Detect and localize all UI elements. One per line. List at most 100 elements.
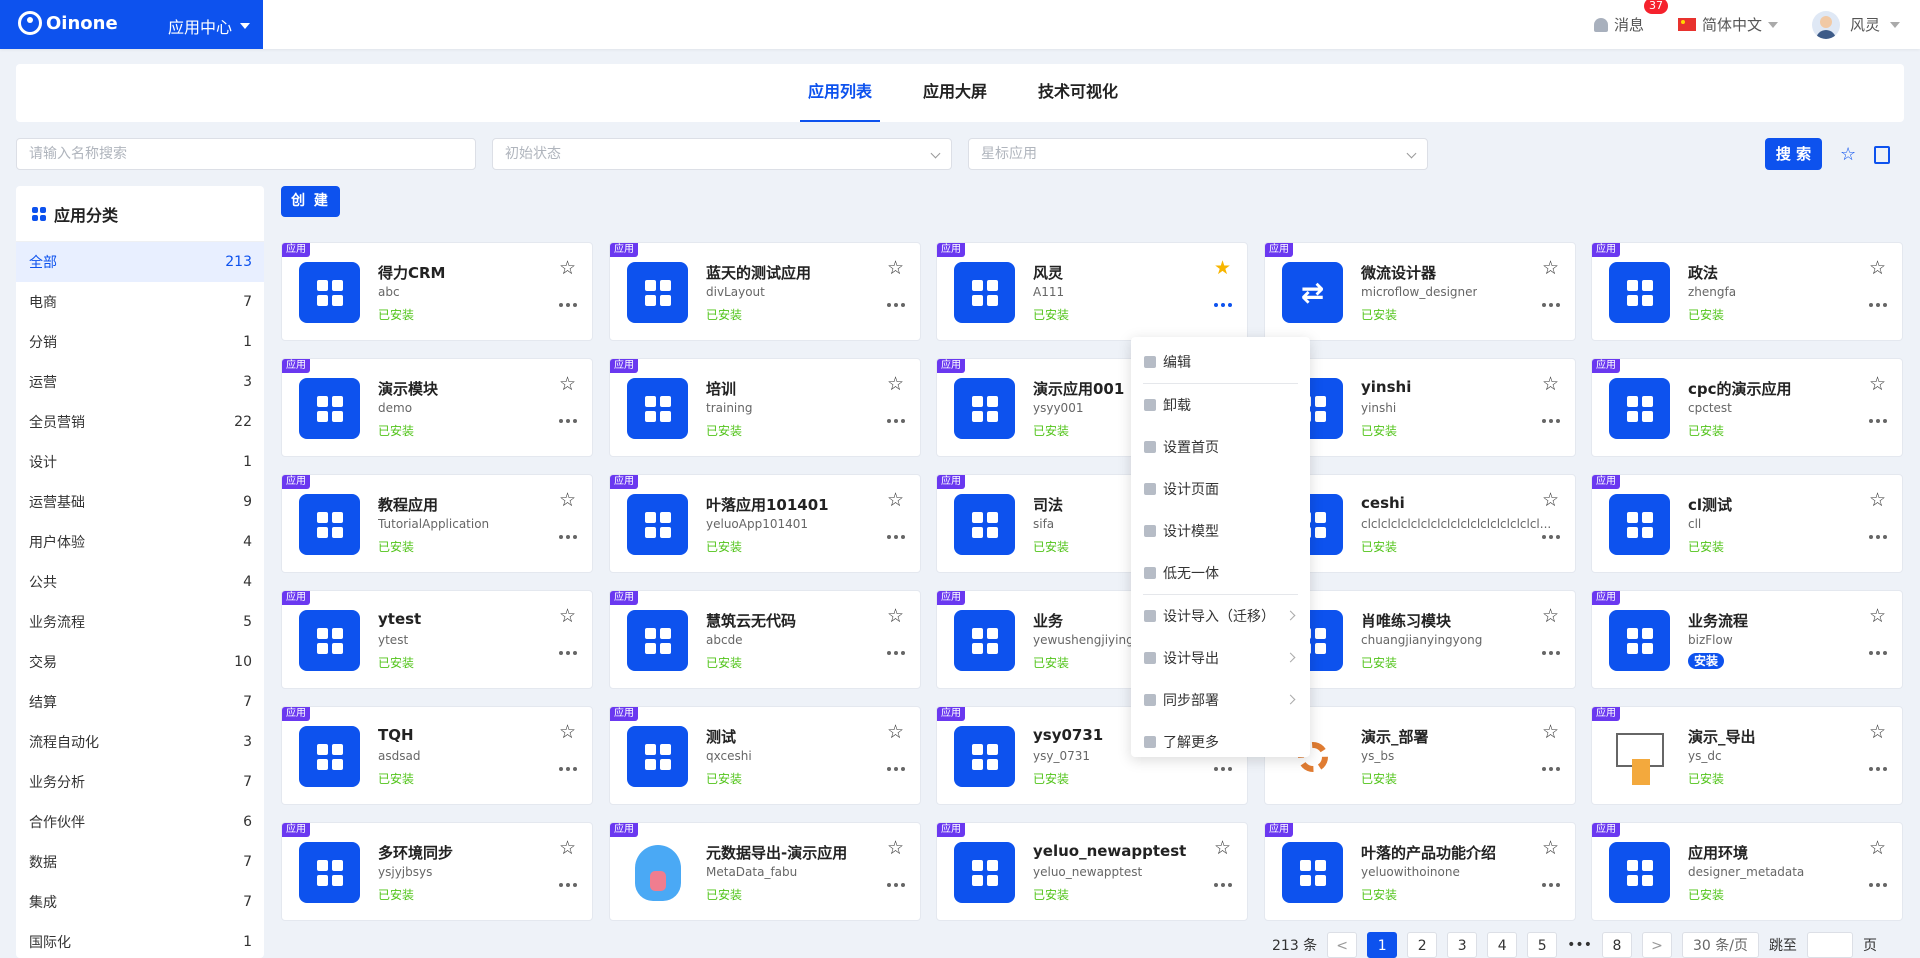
star-icon[interactable]: ☆ [1869,375,1886,394]
star-icon[interactable]: ☆ [559,839,576,858]
star-icon[interactable]: ☆ [1542,375,1559,394]
create-button[interactable]: 创 建 [281,186,340,217]
sidebar-item[interactable]: 流程自动化 3 [16,722,264,762]
sidebar-item[interactable]: 集成 7 [16,882,264,922]
more-icon[interactable] [1542,651,1560,655]
more-icon[interactable] [887,535,905,539]
more-icon[interactable] [887,303,905,307]
star-icon[interactable]: ☆ [559,259,576,278]
sidebar-item[interactable]: 国际化 1 [16,922,264,958]
star-filter-icon[interactable]: ☆ [1840,146,1858,164]
app-card[interactable]: 应用 测试 qxceshi 已安装 ☆ [609,706,921,805]
app-card[interactable]: 应用 ⇄ 微流设计器 microflow_designer 已安装 ☆ [1264,242,1576,341]
star-icon[interactable]: ☆ [887,723,904,742]
app-card[interactable]: 应用 ceshi clclclclclclclclclclclclclclclc… [1264,474,1576,573]
star-icon[interactable]: ☆ [559,723,576,742]
more-icon[interactable] [559,535,577,539]
sidebar-item[interactable]: 全员营销 22 [16,402,264,442]
app-card[interactable]: 应用 蓝天的测试应用 divLayout 已安装 ☆ [609,242,921,341]
more-icon[interactable] [559,883,577,887]
sidebar-item[interactable]: 业务分析 7 [16,762,264,802]
star-icon[interactable]: ☆ [559,375,576,394]
user-menu[interactable]: 风灵 [1811,10,1900,39]
app-card[interactable]: 应用 肖唯练习模块 chuangjianyingyong 已安装 ☆ [1264,590,1576,689]
star-icon[interactable]: ☆ [1542,839,1559,858]
sidebar-item[interactable]: 业务流程 5 [16,602,264,642]
menu-item[interactable]: 编辑 [1131,341,1310,383]
messages-button[interactable]: 消息 37 [1593,0,1668,35]
star-icon[interactable]: ☆ [1542,723,1559,742]
app-card[interactable]: 应用 风灵 A111 已安装 ★ [936,242,1248,341]
menu-item[interactable]: 设计导入（迁移） [1131,595,1310,637]
star-icon[interactable]: ☆ [1542,259,1559,278]
sidebar-item[interactable]: 运营 3 [16,362,264,402]
app-card[interactable]: 应用 ytest ytest 已安装 ☆ [281,590,593,689]
app-card[interactable]: 应用 培训 training 已安装 ☆ [609,358,921,457]
menu-item[interactable]: 设置首页 [1131,426,1310,468]
more-icon[interactable] [887,767,905,771]
star-icon[interactable]: ☆ [1869,723,1886,742]
more-icon[interactable] [1542,303,1560,307]
app-card[interactable]: 应用 得力CRM abc 已安装 ☆ [281,242,593,341]
menu-item[interactable]: 了解更多 [1131,721,1310,763]
more-icon[interactable] [1214,767,1232,771]
more-icon[interactable] [559,419,577,423]
star-icon[interactable]: ☆ [559,491,576,510]
app-card[interactable]: 应用 慧筑云无代码 abcde 已安装 ☆ [609,590,921,689]
page-3[interactable]: 3 [1447,932,1478,958]
star-icon[interactable]: ☆ [887,375,904,394]
star-app-select[interactable]: 星标应用 [968,138,1428,170]
page-1[interactable]: 1 [1367,932,1398,958]
page-8[interactable]: 8 [1601,932,1632,958]
page-4[interactable]: 4 [1487,932,1518,958]
app-card[interactable]: 应用 业务流程 bizFlow 安装 ☆ [1591,590,1903,689]
star-icon[interactable]: ☆ [1869,839,1886,858]
logo[interactable]: Oinone [18,11,118,35]
more-icon[interactable] [887,419,905,423]
app-card[interactable]: 应用 演示_导出 ys_dc 已安装 ☆ [1591,706,1903,805]
app-card[interactable]: 应用 元数据导出-演示应用 MetaData_fabu 已安装 ☆ [609,822,921,921]
menu-item[interactable]: 设计导出 [1131,637,1310,679]
star-icon[interactable]: ☆ [1542,607,1559,626]
more-icon[interactable] [1542,767,1560,771]
language-selector[interactable]: 简体中文 [1677,14,1778,35]
app-card[interactable]: 应用 叶落应用101401 yeluoApp101401 已安装 ☆ [609,474,921,573]
search-button[interactable]: 搜 索 [1765,138,1822,170]
clear-filter-icon[interactable] [1874,146,1890,164]
star-icon[interactable]: ☆ [887,259,904,278]
next-page-button[interactable]: > [1641,932,1672,958]
star-icon[interactable]: ★ [1214,259,1231,278]
app-card[interactable]: 应用 cpc的演示应用 cpctest 已安装 ☆ [1591,358,1903,457]
sidebar-item[interactable]: 设计 1 [16,442,264,482]
menu-item[interactable]: 设计模型 [1131,510,1310,552]
app-card[interactable]: 应用 应用环境 designer_metadata 已安装 ☆ [1591,822,1903,921]
star-icon[interactable]: ☆ [1869,607,1886,626]
menu-item[interactable]: 卸载 [1131,384,1310,426]
sidebar-item[interactable]: 全部 213 [16,242,264,282]
app-center-dropdown[interactable]: 应用中心 [168,14,251,38]
star-icon[interactable]: ☆ [1542,491,1559,510]
app-card[interactable]: 应用 TQH asdsad 已安装 ☆ [281,706,593,805]
more-icon[interactable] [559,651,577,655]
more-icon[interactable] [1869,419,1887,423]
menu-item[interactable]: 同步部署 [1131,679,1310,721]
star-icon[interactable]: ☆ [887,607,904,626]
menu-item[interactable]: 低无一体 [1131,552,1310,594]
sidebar-item[interactable]: 运营基础 9 [16,482,264,522]
app-card[interactable]: 应用 多环境同步 ysjyjbsys 已安装 ☆ [281,822,593,921]
jump-input[interactable] [1806,932,1853,958]
page-size-select[interactable]: 30 条/页 [1681,932,1759,958]
star-icon[interactable]: ☆ [887,839,904,858]
search-input[interactable]: 请输入名称搜索 [16,138,476,170]
app-card[interactable]: 应用 演示模块 demo 已安装 ☆ [281,358,593,457]
app-card[interactable]: 应用 cl测试 cll 已安装 ☆ [1591,474,1903,573]
sidebar-item[interactable]: 公共 4 [16,562,264,602]
sidebar-item[interactable]: 数据 7 [16,842,264,882]
sidebar-item[interactable]: 分销 1 [16,322,264,362]
more-icon[interactable] [1869,535,1887,539]
sidebar-item[interactable]: 用户体验 4 [16,522,264,562]
install-button[interactable]: 安装 [1688,653,1725,669]
prev-page-button[interactable]: < [1327,932,1358,958]
tab-app-dashboard[interactable]: 应用大屏 [915,64,995,122]
more-icon[interactable] [1214,883,1232,887]
